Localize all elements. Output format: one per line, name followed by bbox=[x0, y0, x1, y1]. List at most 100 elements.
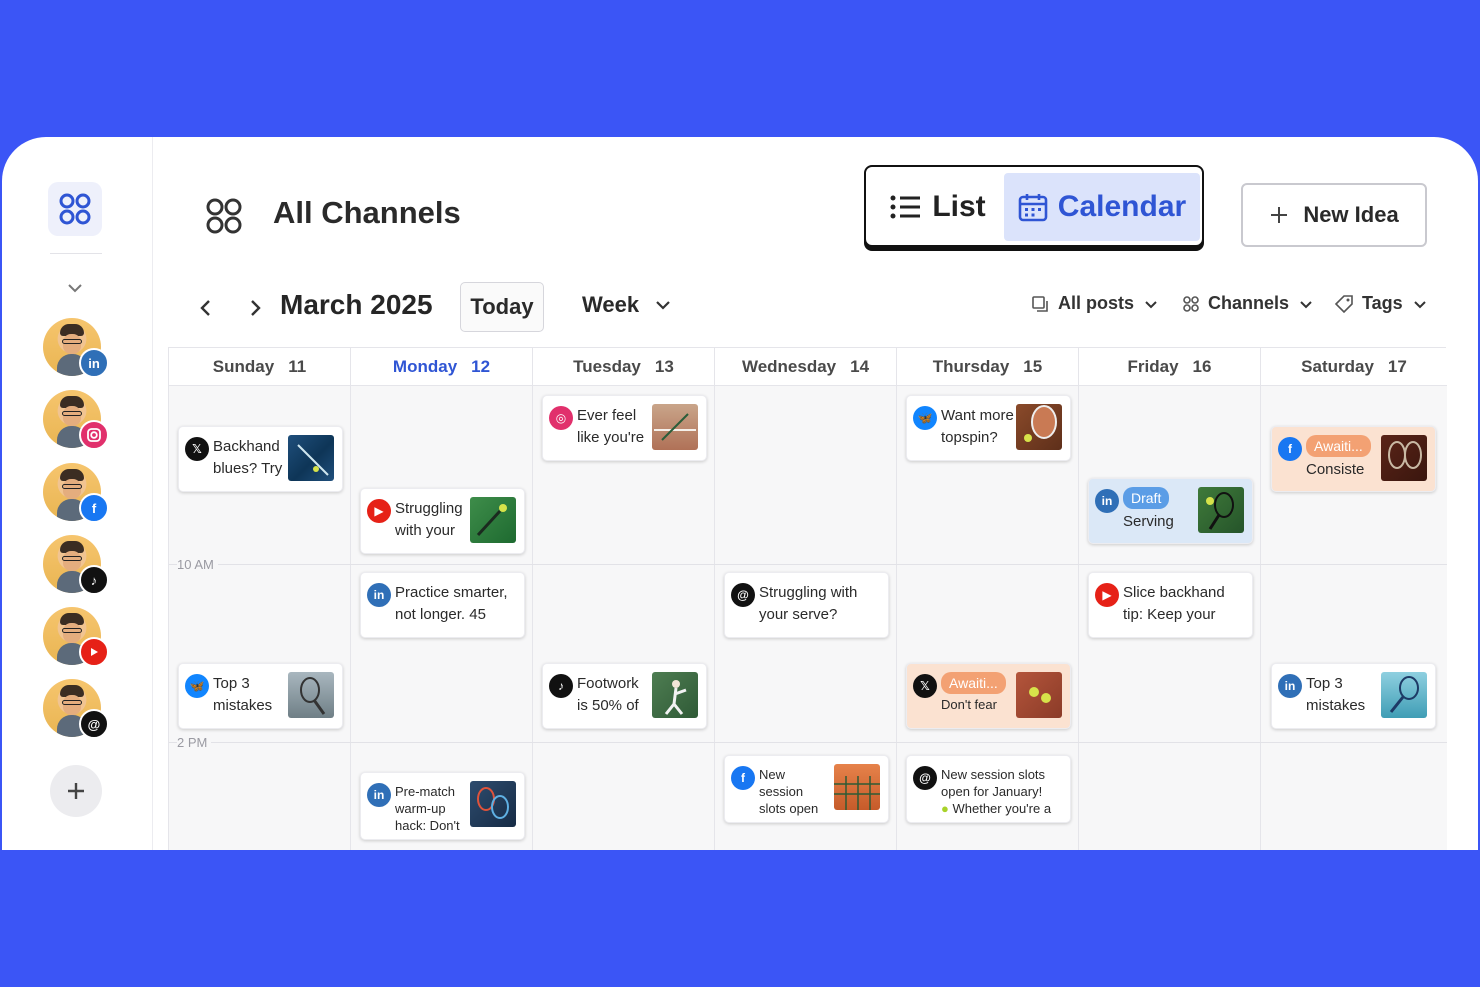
post-card[interactable]: in Pre-match warm-up hack: Don't bbox=[360, 772, 525, 840]
post-card[interactable]: in Top 3 mistakes bbox=[1271, 663, 1436, 729]
app-window: in f ♪ @ All Channels List Calendar New … bbox=[2, 137, 1478, 850]
post-thumbnail bbox=[1016, 672, 1062, 718]
chevron-down-icon bbox=[1145, 300, 1157, 308]
channel-instagram[interactable] bbox=[43, 390, 109, 450]
posts-filter-label: All posts bbox=[1058, 293, 1135, 313]
post-text: session bbox=[759, 784, 804, 799]
posts-filter[interactable]: All posts bbox=[1030, 293, 1160, 314]
page-title: All Channels bbox=[273, 195, 461, 230]
grid-circles-icon bbox=[1183, 295, 1199, 312]
post-text: hack: Don't bbox=[395, 818, 460, 833]
post-thumbnail bbox=[470, 781, 516, 827]
channel-youtube[interactable] bbox=[43, 607, 109, 667]
post-thumbnail bbox=[834, 764, 880, 810]
linkedin-icon: in bbox=[1095, 489, 1119, 513]
post-thumbnail bbox=[652, 404, 698, 450]
channel-threads[interactable]: @ bbox=[43, 679, 109, 739]
post-card[interactable]: f New session slots open bbox=[724, 755, 889, 823]
sidebar: in f ♪ @ bbox=[2, 137, 153, 850]
post-card[interactable]: 𝕏 Awaiti... Don't fear bbox=[906, 663, 1071, 729]
linkedin-icon: in bbox=[367, 583, 391, 607]
post-text: Backhand bbox=[213, 438, 280, 455]
post-text: your serve? bbox=[759, 606, 838, 623]
range-select-label: Week bbox=[582, 292, 640, 317]
range-select[interactable]: Week bbox=[582, 292, 673, 318]
post-card[interactable]: @ New session slots open for January! ● Wh… bbox=[906, 755, 1071, 823]
post-text: Ever feel bbox=[577, 407, 637, 424]
post-card[interactable]: @ Struggling with your serve? bbox=[724, 572, 889, 638]
post-text: Practice smarter, bbox=[395, 584, 508, 601]
chevron-left-icon[interactable] bbox=[195, 297, 217, 319]
post-card[interactable]: ▶ Struggling with your bbox=[360, 488, 525, 554]
post-card[interactable]: ◎ Ever feel like you're bbox=[542, 395, 707, 461]
tags-filter-label: Tags bbox=[1362, 293, 1403, 313]
post-text: topspin? bbox=[941, 429, 998, 446]
tags-filter[interactable]: Tags bbox=[1334, 293, 1429, 314]
view-toggle: List Calendar bbox=[864, 165, 1204, 247]
post-text: Struggling with bbox=[759, 584, 858, 601]
channel-tiktok[interactable]: ♪ bbox=[43, 535, 109, 595]
post-text: Top 3 bbox=[213, 675, 250, 692]
list-icon bbox=[890, 195, 921, 219]
post-text: Don't fear bbox=[941, 697, 997, 712]
channels-filter[interactable]: Channels bbox=[1182, 293, 1315, 314]
chevron-down-icon bbox=[656, 301, 670, 310]
post-card[interactable]: 𝕏 Backhand blues? Try bbox=[178, 426, 343, 492]
plus-icon bbox=[1271, 207, 1288, 223]
facebook-icon: f bbox=[79, 493, 109, 523]
post-text: warm-up bbox=[395, 801, 446, 816]
channel-facebook[interactable]: f bbox=[43, 463, 109, 523]
calendar-icon bbox=[1018, 194, 1048, 222]
plus-icon bbox=[68, 783, 84, 799]
threads-icon: @ bbox=[731, 583, 755, 607]
day-header-thursday: Thursday 15 bbox=[897, 348, 1079, 386]
calendar-view-button[interactable]: Calendar bbox=[1004, 173, 1200, 241]
facebook-icon: f bbox=[731, 766, 755, 790]
post-text: Serving bbox=[1123, 513, 1174, 530]
new-idea-button[interactable]: New Idea bbox=[1241, 183, 1427, 247]
post-thumbnail bbox=[288, 672, 334, 718]
post-card[interactable]: in Practice smarter, not longer. 45 bbox=[360, 572, 525, 638]
tennis-ball-icon: ● bbox=[941, 801, 949, 816]
add-channel-button[interactable] bbox=[50, 765, 102, 817]
week-calendar: Sunday 11 Monday 12 Tuesday 13 Wednesday 14 … bbox=[168, 347, 1447, 850]
threads-icon: @ bbox=[79, 709, 109, 739]
grid-circles-icon bbox=[206, 198, 242, 234]
post-text: with your bbox=[395, 522, 456, 539]
tag-icon bbox=[1334, 294, 1353, 313]
tiktok-icon: ♪ bbox=[549, 674, 573, 698]
post-text: Struggling bbox=[395, 500, 463, 517]
post-card[interactable]: ♪ Footwork is 50% of bbox=[542, 663, 707, 729]
bluesky-icon: 🦋 bbox=[185, 674, 209, 698]
today-button[interactable]: Today bbox=[460, 282, 544, 332]
post-card[interactable]: 🦋 Top 3 mistakes bbox=[178, 663, 343, 729]
chevron-down-icon[interactable] bbox=[64, 277, 86, 299]
post-card[interactable]: f Awaiti... Consiste bbox=[1271, 426, 1436, 492]
post-card[interactable]: in Draft Serving bbox=[1088, 478, 1253, 544]
post-thumbnail bbox=[470, 497, 516, 543]
post-text: Whether you're a bbox=[952, 801, 1052, 816]
channel-linkedin[interactable]: in bbox=[43, 318, 109, 378]
post-text: Slice backhand bbox=[1123, 584, 1225, 601]
x-icon: 𝕏 bbox=[913, 674, 937, 698]
status-badge: Awaiti... bbox=[1306, 435, 1371, 457]
chevron-right-icon[interactable] bbox=[244, 297, 266, 319]
post-thumbnail bbox=[1381, 435, 1427, 481]
month-label: March 2025 bbox=[280, 289, 433, 320]
post-text: New bbox=[759, 767, 786, 782]
post-text: Pre-match bbox=[395, 784, 455, 799]
post-card[interactable]: 🦋 Want more topspin? bbox=[906, 395, 1071, 461]
post-text: Top 3 bbox=[1306, 675, 1343, 692]
list-view-button[interactable]: List bbox=[874, 173, 1002, 241]
post-card[interactable]: ▶ Slice backhand tip: Keep your bbox=[1088, 572, 1253, 638]
calendar-view-label: Calendar bbox=[1057, 190, 1187, 223]
post-text: New session slots bbox=[941, 767, 1046, 782]
hour-line bbox=[169, 564, 1447, 565]
tiktok-icon: ♪ bbox=[79, 565, 109, 595]
post-text: blues? Try bbox=[213, 460, 283, 477]
all-channels-button[interactable] bbox=[48, 182, 102, 236]
grid-circles-icon bbox=[59, 193, 91, 225]
day-header-tuesday: Tuesday 13 bbox=[533, 348, 715, 386]
status-badge: Awaiti... bbox=[941, 672, 1006, 694]
post-text: is 50% of bbox=[577, 697, 639, 714]
